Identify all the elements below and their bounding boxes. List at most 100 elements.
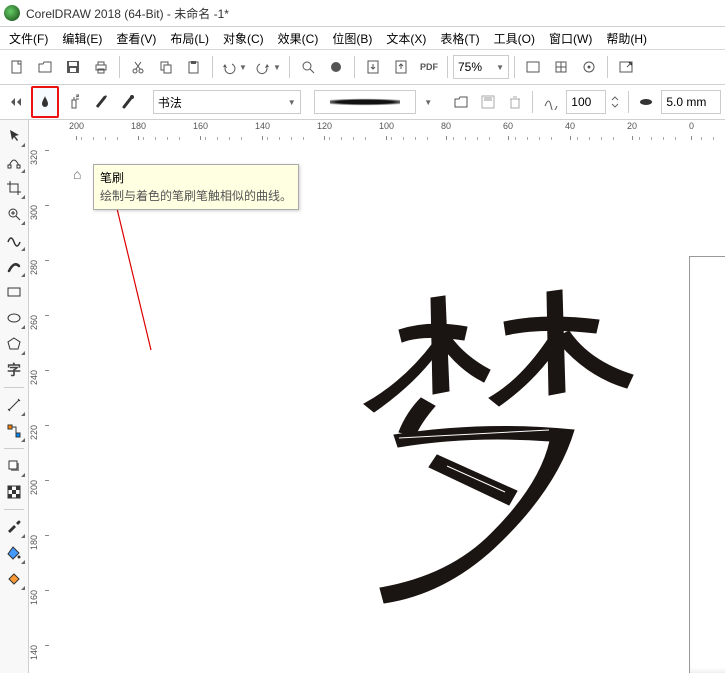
- ruler-tick: 140: [29, 645, 49, 660]
- menu-tools[interactable]: 工具(O): [487, 27, 542, 50]
- redo-button[interactable]: ▼: [252, 52, 284, 82]
- dimension-tool[interactable]: [2, 393, 26, 417]
- delete-brush-button[interactable]: [503, 88, 527, 116]
- pressure-preset-button[interactable]: [116, 88, 140, 116]
- menu-view[interactable]: 查看(V): [109, 27, 163, 50]
- drop-shadow-tool[interactable]: [2, 454, 26, 478]
- separator: [4, 387, 24, 388]
- fullscreen-button[interactable]: [520, 54, 546, 80]
- smoothing-icon: [539, 88, 563, 116]
- menu-help[interactable]: 帮助(H): [599, 27, 654, 50]
- artistic-media-tool[interactable]: [2, 254, 26, 278]
- print-button[interactable]: [88, 54, 114, 80]
- menu-file[interactable]: 文件(F): [2, 27, 55, 50]
- zoom-combo[interactable]: 75%▼: [453, 55, 509, 79]
- separator: [119, 56, 120, 78]
- ruler-tick: 160: [29, 590, 49, 605]
- canvas[interactable]: ⌂ 笔刷 绘制与着色的笔刷笔触相似的曲线。: [49, 140, 725, 673]
- shape-tool[interactable]: [2, 150, 26, 174]
- ruler-tick: 220: [29, 425, 49, 440]
- grid-button[interactable]: [548, 54, 574, 80]
- brush-category-value: 书法: [158, 94, 182, 111]
- export-button[interactable]: [388, 54, 414, 80]
- text-tool[interactable]: 字: [2, 358, 26, 382]
- search-button[interactable]: [295, 54, 321, 80]
- ruler-tick: 60: [503, 120, 513, 140]
- width-icon: [634, 88, 658, 116]
- separator: [532, 91, 533, 113]
- width-input[interactable]: 5.0 mm: [661, 90, 721, 114]
- save-brush-button[interactable]: [476, 88, 500, 116]
- bullet-button[interactable]: [323, 54, 349, 80]
- zoom-tool[interactable]: [2, 202, 26, 226]
- import-button[interactable]: [360, 54, 386, 80]
- menu-window[interactable]: 窗口(W): [542, 27, 599, 50]
- ruler-tick: 20: [627, 120, 637, 140]
- preset-prev-button[interactable]: [4, 88, 28, 116]
- window-title: CorelDRAW 2018 (64-Bit) - 未命名 -1*: [26, 5, 229, 22]
- menu-bitmap[interactable]: 位图(B): [325, 27, 379, 50]
- transparency-tool[interactable]: [2, 480, 26, 504]
- ruler-horizontal[interactable]: 200180160140120100806040200: [49, 120, 725, 141]
- ruler-vertical[interactable]: 320300280260240220200180160140: [29, 140, 50, 673]
- tool-tooltip: 笔刷 绘制与着色的笔刷笔触相似的曲线。: [93, 164, 299, 210]
- stroke-preview: [330, 97, 400, 107]
- freehand-tool[interactable]: [2, 228, 26, 252]
- menu-layout[interactable]: 布局(L): [163, 27, 216, 50]
- ruler-tick: 40: [565, 120, 575, 140]
- menu-table[interactable]: 表格(T): [433, 27, 486, 50]
- separator: [212, 56, 213, 78]
- spray-preset-button[interactable]: [62, 88, 86, 116]
- separator: [289, 56, 290, 78]
- cut-button[interactable]: [125, 54, 151, 80]
- launch-button[interactable]: [613, 54, 639, 80]
- menu-edit[interactable]: 编辑(E): [55, 27, 109, 50]
- text-glyph: 字: [7, 360, 21, 380]
- brush-category-combo[interactable]: 书法▼: [153, 90, 301, 114]
- workspace: 字 200180160140120100806040200 3203002802…: [0, 120, 725, 673]
- ruler-tick: 0: [689, 120, 694, 140]
- ruler-tick: 80: [441, 120, 451, 140]
- calligraphy-preset-button[interactable]: [89, 88, 113, 116]
- pick-tool[interactable]: [2, 124, 26, 148]
- brush-preset-button[interactable]: [31, 86, 59, 118]
- save-button[interactable]: [60, 54, 86, 80]
- brush-stroke-combo[interactable]: [314, 90, 416, 114]
- open-button[interactable]: [32, 54, 58, 80]
- crop-tool[interactable]: [2, 176, 26, 200]
- pdf-button[interactable]: PDF: [416, 54, 442, 80]
- stroke-dropdown-button[interactable]: ▼: [419, 88, 436, 116]
- snap-button[interactable]: [576, 54, 602, 80]
- caret-icon: ▼: [424, 98, 432, 107]
- smoothing-spinner[interactable]: [609, 88, 622, 116]
- caret-icon: ▼: [239, 63, 247, 72]
- tooltip-title: 笔刷: [100, 169, 292, 187]
- separator: [4, 448, 24, 449]
- new-button[interactable]: [4, 54, 30, 80]
- copy-button[interactable]: [153, 54, 179, 80]
- interactive-fill-tool[interactable]: [2, 541, 26, 565]
- caret-icon: ▼: [273, 63, 281, 72]
- menu-object[interactable]: 对象(C): [216, 27, 271, 50]
- menu-effect[interactable]: 效果(C): [271, 27, 326, 50]
- undo-button[interactable]: ▼: [218, 52, 250, 82]
- property-bar: 书法▼ ▼ 100 5.0 mm: [0, 85, 725, 120]
- ruler-tick: 240: [29, 370, 49, 385]
- ellipse-tool[interactable]: [2, 306, 26, 330]
- browse-button[interactable]: [449, 88, 473, 116]
- separator: [514, 56, 515, 78]
- smoothing-input[interactable]: 100: [566, 90, 605, 114]
- pdf-label: PDF: [420, 62, 438, 72]
- eyedropper-tool[interactable]: [2, 515, 26, 539]
- separator: [447, 56, 448, 78]
- menu-text[interactable]: 文本(X): [379, 27, 433, 50]
- rectangle-tool[interactable]: [2, 280, 26, 304]
- standard-toolbar: ▼ ▼ PDF 75%▼: [0, 50, 725, 85]
- polygon-tool[interactable]: [2, 332, 26, 356]
- connector-tool[interactable]: [2, 419, 26, 443]
- smart-fill-tool[interactable]: [2, 567, 26, 591]
- paste-button[interactable]: [181, 54, 207, 80]
- separator: [607, 56, 608, 78]
- titlebar: CorelDRAW 2018 (64-Bit) - 未命名 -1*: [0, 0, 725, 27]
- ruler-tick: 300: [29, 205, 49, 220]
